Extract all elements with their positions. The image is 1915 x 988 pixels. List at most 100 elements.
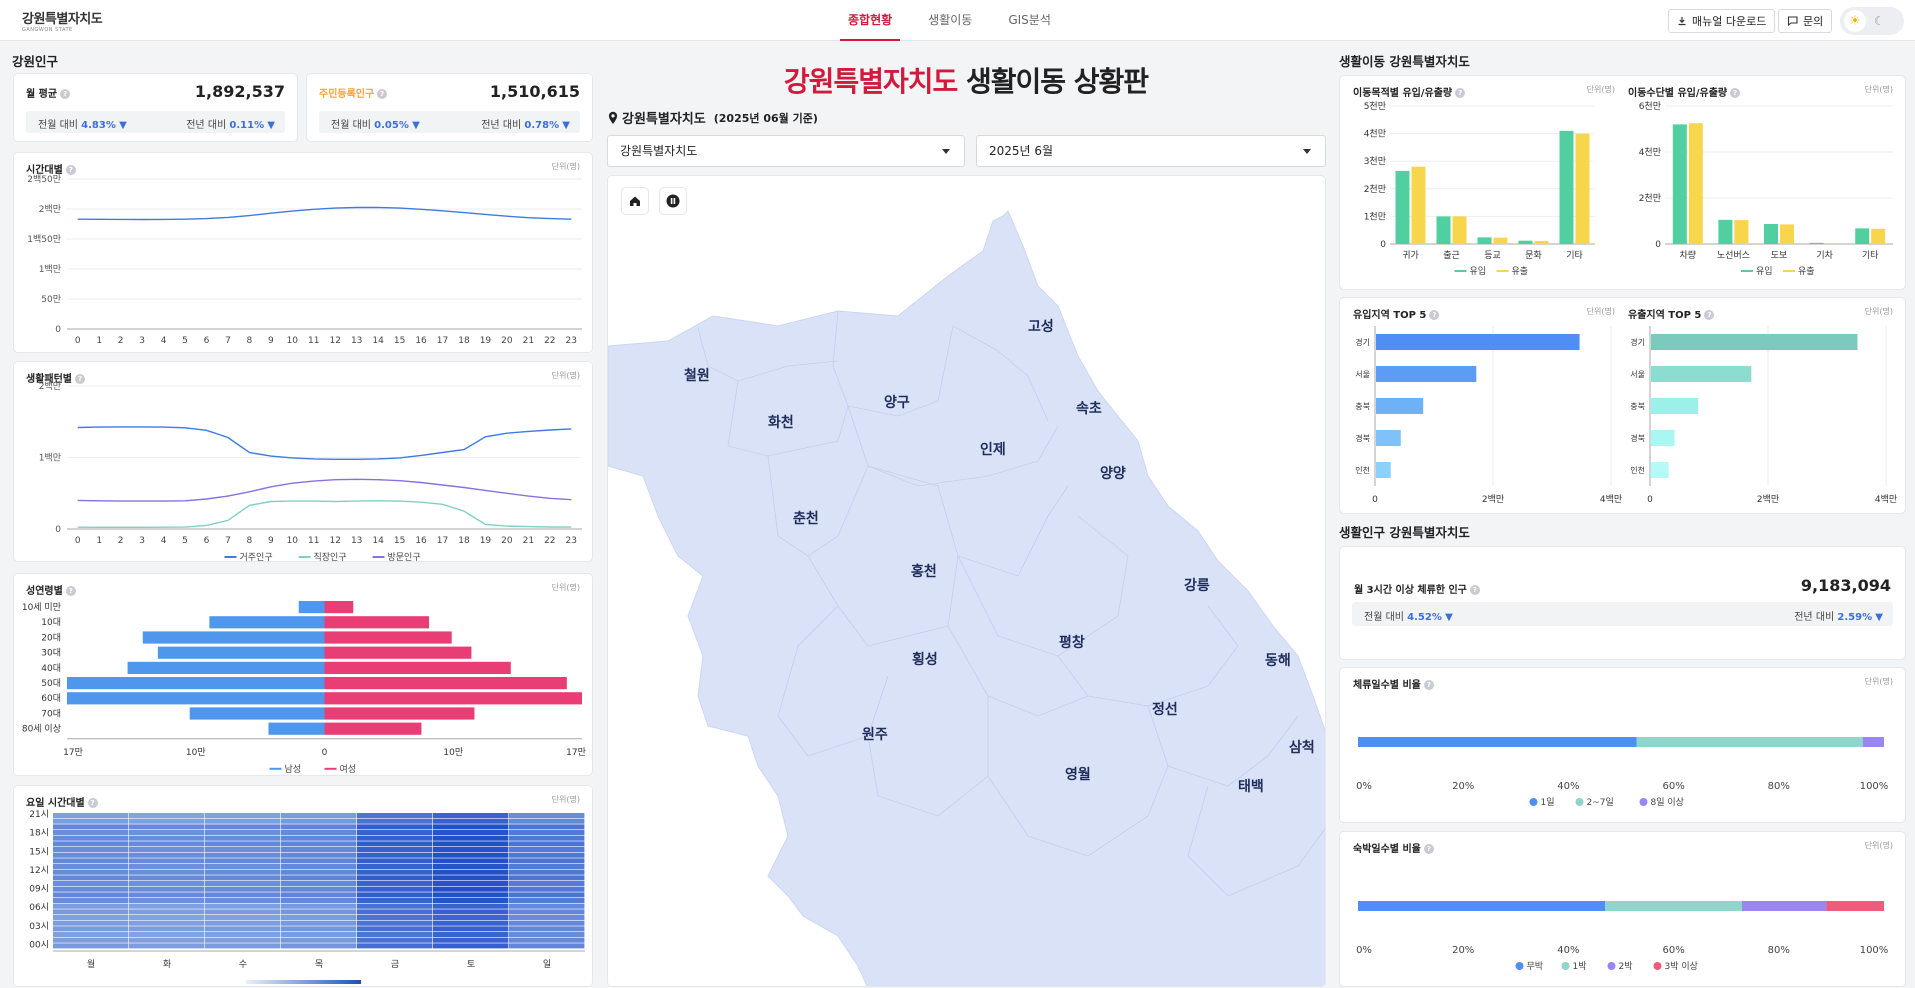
manual-download-button[interactable]: 매뉴얼 다운로드 (1668, 9, 1776, 33)
kpi2-yoy-label: 전년 대비 (481, 120, 522, 131)
kpi1-yoy-value: 0.11% (229, 120, 265, 131)
map-region-label[interactable]: 횡성 (912, 649, 938, 669)
down-arrow-icon: ▼ (267, 120, 275, 131)
gangwon-map[interactable] (608, 176, 1326, 987)
location-name: 강원특별자치도 (622, 112, 706, 127)
heat-cell (357, 824, 433, 830)
map-region-label[interactable]: 강릉 (1184, 575, 1210, 595)
heat-cell (509, 943, 585, 949)
heat-cell (205, 869, 281, 875)
x-tick-label: 22 (544, 336, 555, 346)
heat-cell (357, 835, 433, 841)
help-icon[interactable]: ? (377, 89, 388, 99)
heat-cell (129, 869, 205, 875)
map-region-label[interactable]: 평창 (1059, 632, 1085, 652)
legend-label: 직장인구 (314, 552, 347, 563)
heat-cell (433, 847, 509, 853)
help-icon[interactable]: ? (1469, 585, 1480, 595)
category-label: 인천 (1630, 465, 1645, 475)
top5-bar-charts: 0 2백만 4백만 경기서울충북경북인천 0 2백만 4백만 경기서울충북경북인천 (1355, 326, 1897, 505)
heat-cell (509, 864, 585, 870)
y-tick-label: 00시 (29, 939, 49, 950)
moon-icon: ☾ (1874, 14, 1885, 28)
top-bar: 강원특별자치도 GANGWON STATE 종합현황 생활이동 GIS분석 매뉴… (0, 0, 1915, 41)
heat-cell (357, 858, 433, 864)
heat-cell (433, 903, 509, 909)
heat-cell (129, 835, 205, 841)
x-tick-label: 0% (1356, 781, 1372, 792)
male-bar (298, 601, 325, 614)
stay-days-card: 체류일수별 비율? 단위(명) 0% 20% 40% 60% 80% 100% 1일 2~7일… (1339, 667, 1906, 823)
category-label: 70대 (41, 708, 61, 719)
x-tick-label: 1 (96, 536, 102, 546)
stay-yoy-value: 2.59% (1837, 612, 1873, 623)
x-tick-label: 20% (1452, 781, 1474, 792)
heat-cell (509, 852, 585, 858)
map-region-label[interactable]: 정선 (1152, 699, 1178, 719)
x-tick-label: 일 (543, 959, 551, 970)
home-button[interactable] (622, 188, 648, 214)
heat-cell (129, 898, 205, 904)
heat-cell (357, 903, 433, 909)
heat-cell (433, 932, 509, 938)
x-tick-label: 2백만 (1757, 494, 1779, 505)
main-nav: 종합현황 생활이동 GIS분석 (840, 0, 1079, 41)
gangwon-region-shape[interactable] (608, 210, 1326, 987)
heat-cell (509, 898, 585, 904)
y-tick-label: 0 (1655, 240, 1661, 250)
x-tick-label: 60% (1662, 945, 1684, 956)
location-header: 강원특별자치도 (2025년 06월 기준) (608, 108, 818, 127)
y-tick-label: 50만 (41, 294, 61, 305)
legend-dot (1607, 962, 1616, 970)
y-tick-label: 0 (1380, 240, 1386, 250)
heat-cell (129, 937, 205, 943)
x-tick-label: 7 (225, 536, 231, 546)
map-region-label[interactable]: 고성 (1028, 316, 1054, 336)
heat-cell (357, 926, 433, 932)
map-region-label[interactable]: 속초 (1076, 398, 1102, 418)
bar (1493, 237, 1508, 244)
nav-tab-mobility[interactable]: 생활이동 (920, 0, 980, 41)
logo[interactable]: 강원특별자치도 GANGWON STATE (22, 8, 122, 33)
heat-cell (53, 915, 129, 921)
theme-toggle[interactable]: ☀ ☾ (1840, 7, 1904, 35)
inquiry-button[interactable]: 문의 (1778, 9, 1833, 33)
x-tick-label: 9 (268, 336, 274, 346)
map-region-label[interactable]: 철원 (684, 365, 710, 385)
map-region-label[interactable]: 태백 (1238, 776, 1264, 796)
x-tick-label: 17 (437, 336, 448, 346)
female-bar (324, 601, 354, 614)
map-region-label[interactable]: 홍천 (911, 561, 937, 581)
map-region-label[interactable]: 화천 (768, 412, 794, 432)
heat-cell (433, 937, 509, 943)
help-icon[interactable]: ? (60, 89, 71, 99)
map-region-label[interactable]: 동해 (1265, 650, 1291, 670)
region-select[interactable]: 강원특별자치도 (607, 135, 965, 167)
category-label: 충북 (1630, 402, 1645, 411)
map-region-label[interactable]: 영월 (1065, 764, 1091, 784)
heat-cell (433, 835, 509, 841)
heat-cell (433, 813, 509, 819)
male-bar (142, 631, 325, 644)
map-region-label[interactable]: 인제 (980, 439, 1006, 459)
heat-cell (129, 875, 205, 881)
map-region-label[interactable]: 양구 (884, 392, 910, 412)
down-arrow-icon: ▼ (1445, 612, 1453, 623)
month-select[interactable]: 2025년 6월 (976, 135, 1326, 167)
map-region-label[interactable]: 양양 (1100, 463, 1126, 483)
bar (1411, 166, 1426, 244)
pause-button[interactable] (660, 188, 686, 214)
map-region-label[interactable]: 원주 (862, 724, 888, 744)
heat-cell (357, 920, 433, 926)
map-region-label[interactable]: 춘천 (793, 508, 819, 528)
heat-cell (357, 813, 433, 819)
stay-population-card: 월 3시간 이상 체류한 인구? 9,183,094 전월 대비 4.52% ▼… (1339, 546, 1906, 660)
male-bar (67, 692, 325, 705)
heat-cell (357, 909, 433, 915)
nav-tab-overview[interactable]: 종합현황 (840, 0, 901, 41)
map-region-label[interactable]: 삼척 (1289, 737, 1315, 757)
category-label: 경북 (1355, 433, 1370, 443)
nav-tab-gis[interactable]: GIS분석 (1000, 0, 1059, 41)
bar (1376, 430, 1401, 446)
heat-cell (509, 875, 585, 881)
